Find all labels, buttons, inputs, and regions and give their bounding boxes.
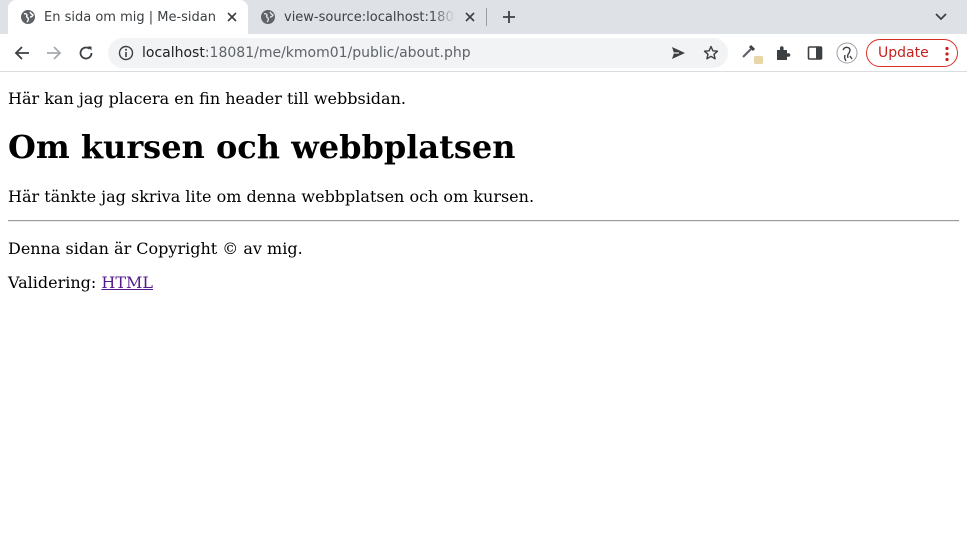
close-tab-icon[interactable] <box>222 7 242 27</box>
reload-icon <box>79 46 93 60</box>
send-icon[interactable] <box>668 43 688 63</box>
address-bar[interactable]: localhost:18081/me/kmom01/public/about.p… <box>108 38 728 68</box>
footer-validation: Validering: HTML <box>8 273 153 292</box>
tab-divider <box>486 8 487 26</box>
close-tab-icon[interactable] <box>460 7 480 27</box>
tab-search-button[interactable] <box>930 6 952 28</box>
url-host: localhost <box>142 45 205 61</box>
url-text: localhost:18081/me/kmom01/public/about.p… <box>142 45 471 61</box>
tab-title: En sida om mig | Me-sidan <box>44 9 216 25</box>
site-header-text: Här kan jag placera en fin header till w… <box>8 89 406 108</box>
validation-label: Validering: <box>8 273 102 292</box>
star-icon[interactable] <box>701 43 721 63</box>
puzzle-icon <box>777 46 791 60</box>
divider <box>8 220 959 222</box>
eyedropper-button[interactable] <box>738 39 766 67</box>
chevron-down-icon <box>935 13 947 21</box>
toolbar: localhost:18081/me/kmom01/public/about.p… <box>0 34 967 72</box>
html-validation-link[interactable]: HTML <box>101 273 153 292</box>
side-panel-icon <box>807 46 823 60</box>
forward-button[interactable] <box>40 39 68 67</box>
reload-button[interactable] <box>72 39 100 67</box>
profile-button[interactable] <box>833 39 861 67</box>
plus-icon <box>503 11 515 23</box>
globe-icon <box>21 10 35 24</box>
update-button[interactable]: Update <box>866 39 958 67</box>
side-panel-button[interactable] <box>801 39 829 67</box>
back-button[interactable] <box>8 39 36 67</box>
extensions-button[interactable] <box>769 39 797 67</box>
url-path: :18081/me/kmom01/public/about.php <box>204 45 471 61</box>
tab-strip: En sida om mig | Me-sidan view-source:lo… <box>0 0 967 34</box>
tab-about[interactable]: En sida om mig | Me-sidan <box>8 0 248 34</box>
page-title: Om kursen och webbplatsen <box>8 128 516 166</box>
arrow-right-icon <box>47 46 62 60</box>
update-label: Update <box>878 45 929 61</box>
tab-view-source[interactable]: view-source:localhost:18081/me/kmom01/pu… <box>248 0 486 34</box>
eyedropper-icon <box>742 44 763 64</box>
new-tab-button[interactable] <box>498 6 520 28</box>
main-text: Här tänkte jag skriva lite om denna webb… <box>8 187 535 206</box>
arrow-left-icon <box>14 46 29 60</box>
info-icon[interactable] <box>118 45 134 61</box>
kebab-menu-icon <box>945 46 949 62</box>
globe-icon <box>261 10 275 24</box>
avatar-icon <box>836 42 858 64</box>
tab-title: view-source:localhost:18081/me/kmom01/pu… <box>284 9 456 25</box>
footer-copyright: Denna sidan är Copyright © av mig. <box>8 239 303 258</box>
